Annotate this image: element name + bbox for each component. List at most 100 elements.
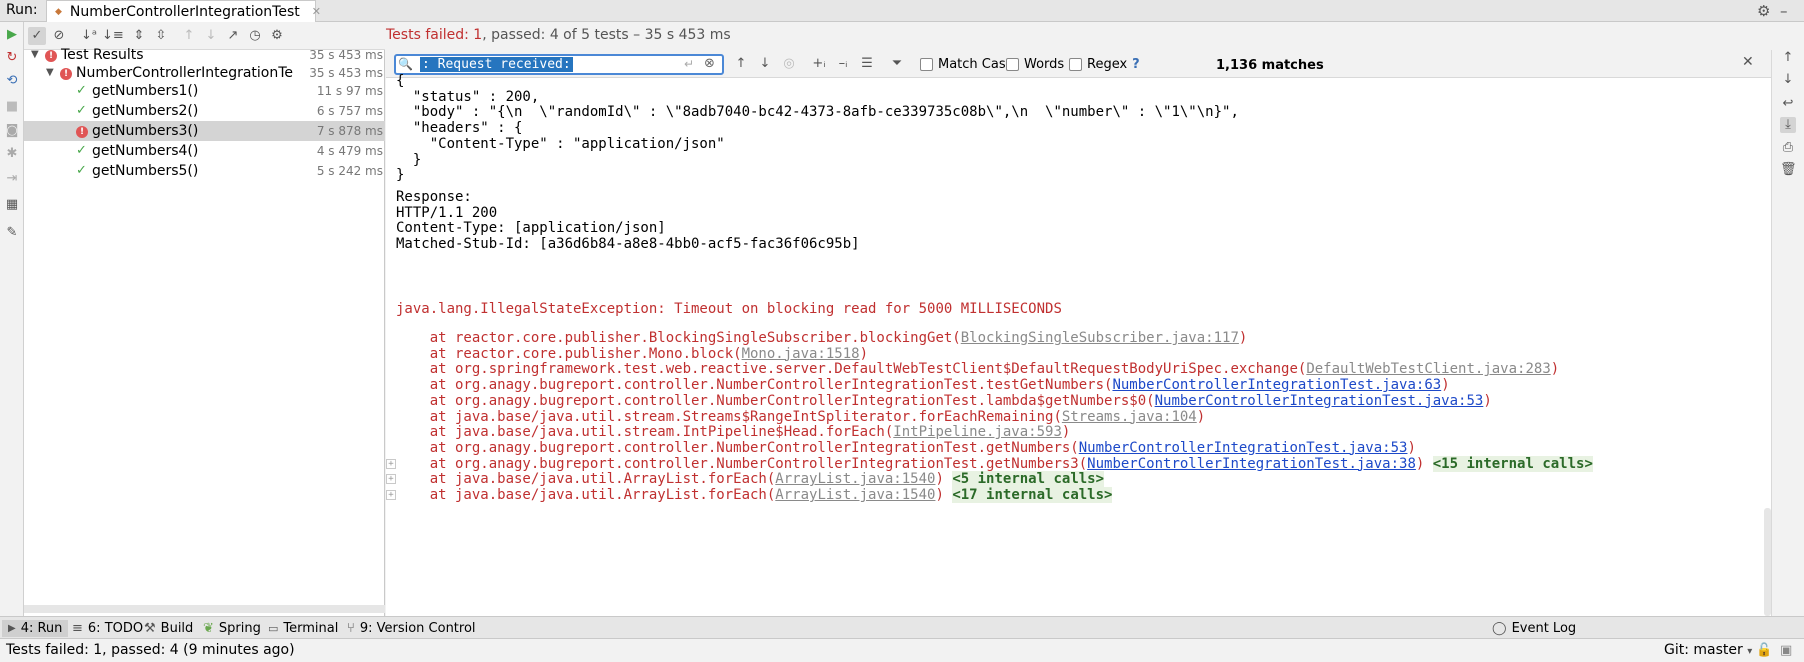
show-ignored-icon[interactable]: ⊘ [50,27,68,45]
rerun-failed-icon[interactable]: ↻ [5,51,19,65]
match-case-option[interactable]: Match Case [920,57,1014,72]
console-output[interactable]: { "status" : 200, "body" : "{\n \"random… [386,73,1771,616]
export-icon[interactable]: ↗ [224,27,242,45]
toggle-auto-test-icon[interactable]: ⟲ [5,74,19,88]
source-link[interactable]: ArrayList.java:1540 [775,487,935,503]
stack-frame-suffix: ) [935,471,953,488]
history-icon[interactable]: ◷ [246,27,264,45]
collapse-all-icon[interactable]: ⇳ [152,27,170,45]
internal-calls-fold[interactable]: <15 internal calls> [1432,455,1593,472]
internal-calls-fold[interactable]: <17 internal calls> [952,487,1113,503]
chevron-down-icon[interactable]: ▼ [31,45,39,65]
tree-row-class[interactable]: ▼ ! NumberControllerIntegrationTe 35 s 4… [24,63,385,83]
print-icon[interactable]: ⎙ [1780,140,1796,156]
words-option[interactable]: Words [1006,57,1064,72]
expand-fold-icon[interactable]: + [386,490,396,500]
source-link[interactable]: Mono.java:1518 [742,346,860,362]
match-count: 1,136 matches [1216,58,1324,73]
debug-icon[interactable]: ✱ [5,147,19,161]
add-occurrence-icon[interactable]: +ᵢ [810,56,828,71]
remove-occurrence-icon[interactable]: –ᵢ [834,56,852,71]
console-line: "Content-Type" : "application/json" [396,135,725,152]
search-field[interactable]: 🔍 : Request received: ↵ ⊗ [394,54,724,75]
tool-window-build[interactable]: ⚒ Build [144,620,193,637]
tree-row-test[interactable]: ✓ getNumbers1() 11 s 97 ms [24,81,385,101]
show-passed-icon[interactable]: ✓ [28,27,46,45]
regex-help-link[interactable]: ? [1132,57,1140,72]
tree-row-time: 35 s 453 ms [309,48,383,62]
console-scrollbar[interactable] [1764,508,1771,616]
up-stack-icon[interactable]: ↑ [1780,50,1796,66]
source-link[interactable]: NumberControllerIntegrationTest.java:53 [1155,393,1484,409]
next-failed-icon[interactable]: ↓ [202,27,220,45]
search-input[interactable]: : Request received: [420,57,573,72]
tool-window-event-log[interactable]: ◯ Event Log [1492,620,1576,637]
select-all-occurrences-icon[interactable]: ☰ [858,56,876,71]
tool-window-vcs[interactable]: ⑂ 9: Version Control [347,620,476,637]
source-link[interactable]: NumberControllerIntegrationTest.java:38 [1087,456,1416,472]
source-link[interactable]: NumberControllerIntegrationTest.java:63 [1112,377,1441,393]
camera-icon[interactable]: ◙ [5,124,19,138]
close-tab-icon[interactable]: ✕ [312,5,321,18]
tool-window-spring[interactable]: ❦ Spring [203,620,261,637]
previous-failed-icon[interactable]: ↑ [180,27,198,45]
rerun-icon[interactable]: ▶ [5,28,19,42]
filter-icon[interactable]: ⏷ [888,56,906,71]
source-link[interactable]: NumberControllerIntegrationTest.java:53 [1079,440,1408,456]
scroll-to-end-icon[interactable]: ⤓ [1780,117,1796,133]
chevron-down-icon[interactable]: ▼ [46,63,54,83]
clear-search-icon[interactable]: ⊗ [704,56,715,71]
find-in-history-icon[interactable]: ◎ [780,56,798,71]
lock-icon[interactable]: 🔓 [1756,643,1772,658]
gear-icon[interactable]: ⚙ [1757,2,1770,20]
junit-icon: ◆ [55,6,62,17]
source-link[interactable]: BlockingSingleSubscriber.java:117 [961,330,1239,346]
trash-icon[interactable]: 🗑 [1780,162,1797,178]
exit-icon[interactable]: ⇥ [5,172,19,186]
close-search-icon[interactable]: ✕ [1742,54,1754,70]
internal-calls-fold[interactable]: <5 internal calls> [952,471,1105,488]
stack-frame-suffix: ) [1550,361,1560,378]
hide-panel-icon[interactable]: – [1780,2,1788,20]
tree-row-test[interactable]: ✓ getNumbers2() 6 s 757 ms [24,101,385,121]
stop-icon[interactable]: ■ [5,100,19,114]
git-branch-widget[interactable]: Git: master ▾ [1664,642,1752,658]
source-link[interactable]: Streams.java:104 [1062,409,1197,425]
down-stack-icon[interactable]: ↓ [1780,72,1796,88]
spring-leaf-icon: ❦ [203,621,214,636]
newline-icon[interactable]: ↵ [684,57,694,71]
tool-window-terminal[interactable]: ▭ Terminal [268,620,338,637]
sort-duration-icon[interactable]: ↓≡ [102,27,124,45]
expand-fold-icon[interactable]: + [386,458,396,469]
search-icon[interactable]: 🔍 [398,57,413,71]
run-left-toolbar: ▶ ↻ ⟲ ■ ◙ ✱ ⇥ ▦ ✎ [0,22,24,616]
soft-wrap-icon[interactable]: ↩ [1780,96,1796,112]
regex-option[interactable]: Regex ? [1069,57,1140,72]
expand-all-icon[interactable]: ⇕ [130,27,148,45]
tree-row-test[interactable]: ✓ getNumbers4() 4 s 479 ms [24,141,385,161]
next-match-icon[interactable]: ↓ [756,56,774,71]
tree-row-root[interactable]: ▼ ! Test Results 35 s 453 ms [24,45,385,65]
source-link[interactable]: DefaultWebTestClient.java:283 [1306,361,1550,377]
tool-window-todo[interactable]: ≡ 6: TODO [72,620,143,637]
test-tree-panel: ✓ ⊘ ↓ᵃ ↓≡ ⇕ ⇳ ↑ ↓ ↗ ◷ ⚙ ▼ ! Test Results… [24,22,385,616]
previous-match-icon[interactable]: ↑ [732,56,750,71]
tree-row-test-selected[interactable]: ! getNumbers3() 7 s 878 ms [24,121,385,141]
tree-row-test[interactable]: ✓ getNumbers5() 5 s 242 ms [24,161,385,181]
tree-horizontal-scrollbar[interactable] [24,605,385,613]
notifications-icon[interactable]: ▣ [1780,643,1792,658]
source-link[interactable]: IntPipeline.java:593 [893,424,1062,440]
regex-checkbox[interactable] [1069,58,1082,71]
tool-window-run[interactable]: ▶ 4: Run [2,620,69,637]
run-config-tab[interactable]: ◆ NumberControllerIntegrationTest ✕ [46,0,321,22]
stack-frame-method: at org.anagy.bugreport.controller.Number… [396,392,1155,409]
source-link[interactable]: ArrayList.java:1540 [775,471,935,487]
settings-icon[interactable]: ⚙ [268,27,286,45]
layout-icon[interactable]: ▦ [5,198,19,212]
words-checkbox[interactable] [1006,58,1019,71]
pin-icon[interactable]: ✎ [5,226,19,240]
match-case-checkbox[interactable] [920,58,933,71]
status-message[interactable]: Tests failed: 1, passed: 4 (9 minutes ag… [6,642,295,658]
expand-fold-icon[interactable]: + [386,474,396,485]
sort-alpha-icon[interactable]: ↓ᵃ [80,27,98,45]
